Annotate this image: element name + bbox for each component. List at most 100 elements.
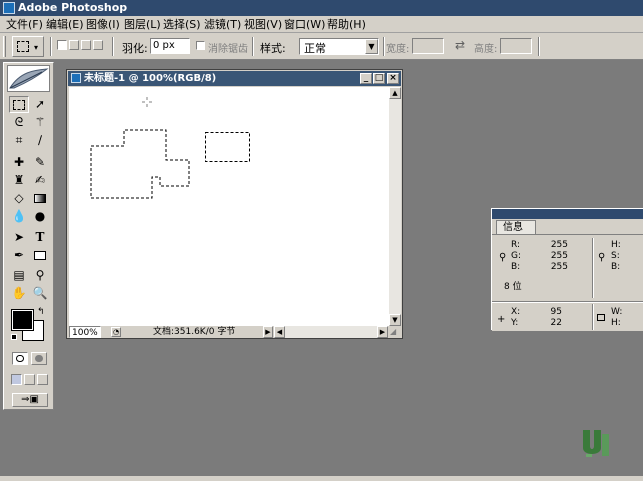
chevron-down-icon[interactable]: ▼ [365,39,378,54]
path-select-tool[interactable]: ➤ [9,229,29,246]
move-icon: ➚ [34,97,46,111]
screen-mode-standard[interactable] [11,374,22,385]
marquee-tool[interactable] [9,96,29,113]
foreground-color-swatch[interactable] [11,309,34,331]
brush-icon: ✎ [34,155,46,169]
eyedropper-tool[interactable]: ⚲ [30,267,50,284]
info-tab[interactable]: 信息 [496,220,536,234]
slice-tool[interactable]: ∕ [30,132,50,149]
scroll-down-button[interactable]: ▼ [389,314,401,326]
antialias-label: 消除锯齿 [208,44,248,55]
app-titlebar: Adobe Photoshop [0,0,643,16]
magic-wand-icon: ⚚ [34,115,46,129]
close-button[interactable]: × [387,73,399,84]
info-divider2 [592,304,594,330]
status-menu-icon[interactable]: ◔ [111,327,121,337]
new-selection-icon[interactable] [57,40,67,50]
menu-help[interactable]: 帮助(H) [327,17,366,32]
info-panel-titlebar[interactable] [492,209,643,219]
feather-input[interactable]: 0 px [150,38,190,54]
style-select[interactable]: 正常 ▼ [299,38,379,55]
options-bar: ▾ 羽化: 0 px 消除锯齿 样式: 正常 ▼ 宽度: ⇄ 高度: [0,33,643,60]
r-value: 255 [550,240,568,250]
resize-grip-icon[interactable]: ◢ [390,326,401,338]
h2-label: H: [611,318,621,328]
style-label: 样式: [260,42,286,55]
swap-colors-icon[interactable]: ↰ [37,307,45,317]
gradient-icon [34,194,46,203]
antialias-checkbox[interactable] [196,41,205,50]
menu-select[interactable]: 选择(S) [163,17,201,32]
grip [3,36,6,57]
zoom-field[interactable]: 100% [69,326,101,338]
bottom-border [0,476,643,481]
info-divider [592,238,594,298]
magic-wand-tool[interactable]: ⚚ [30,114,50,131]
crop-tool[interactable]: ⌗ [9,132,29,149]
brush-tool[interactable]: ✎ [30,154,50,171]
standard-mode-button[interactable] [12,352,28,365]
gradient-tool[interactable] [30,190,50,207]
height-input[interactable] [500,38,532,54]
menu-image[interactable]: 图像(I) [86,17,120,32]
scroll-left-button[interactable]: ◀ [274,326,285,338]
pen-icon: ✒ [13,248,25,262]
dodge-icon: ● [34,209,46,223]
y-value: 22 [550,318,562,328]
document-titlebar[interactable]: 未标题-1 @ 100%(RGB/8) _ □ × [68,71,401,86]
default-colors-icon[interactable] [11,334,17,340]
status-arrow-icon[interactable]: ▶ [263,326,273,338]
vertical-scrollbar[interactable]: ▲ ▼ [389,87,401,326]
style-select-value: 正常 [304,42,326,55]
b-label: B: [511,262,521,272]
eyedropper-icon: ⚲ [598,252,606,263]
blur-tool[interactable]: 💧 [9,208,29,225]
shape-tool[interactable] [30,247,50,264]
zoom-tool[interactable]: 🔍 [30,285,50,302]
g-value: 255 [550,251,568,261]
dodge-tool[interactable]: ● [30,208,50,225]
height-label: 高度: [474,44,498,55]
healing-brush-icon: ✚ [13,155,25,169]
menu-file[interactable]: 文件(F) [6,17,43,32]
add-selection-icon[interactable] [69,40,79,50]
app-title: Adobe Photoshop [18,1,128,14]
screen-mode-full-menu[interactable] [24,374,35,385]
info-hdivider [492,301,643,303]
subtract-selection-icon[interactable] [81,40,91,50]
notes-tool[interactable]: ▤ [9,267,29,284]
eraser-tool[interactable]: ◇ [9,190,29,207]
screen-mode-full[interactable] [37,374,48,385]
jump-to-imageready-button[interactable]: ⇒▣ [12,393,48,407]
menu-filter[interactable]: 滤镜(T) [204,17,241,32]
menu-window[interactable]: 窗口(W) [284,17,325,32]
type-tool[interactable]: T [30,229,50,246]
minimize-button[interactable]: _ [360,73,372,84]
healing-brush-tool[interactable]: ✚ [9,154,29,171]
marquee-icon [13,100,25,110]
scroll-up-button[interactable]: ▲ [389,87,401,99]
history-brush-tool[interactable]: ✍ [30,172,50,189]
lasso-tool[interactable]: ᘓ [9,114,29,131]
horizontal-scrollbar[interactable]: ◀ ▶ [274,326,388,338]
chevron-down-icon: ▾ [34,43,39,52]
width-label: 宽度: [386,44,410,55]
notes-icon: ▤ [13,268,25,282]
maximize-button[interactable]: □ [373,73,385,84]
scroll-right-button[interactable]: ▶ [377,326,388,338]
feather-logo[interactable] [7,65,50,92]
clone-stamp-tool[interactable]: ♜ [9,172,29,189]
hand-tool[interactable]: ✋ [9,285,29,302]
intersect-selection-icon[interactable] [93,40,103,50]
tool-preset-picker[interactable]: ▾ [12,36,44,57]
menu-layer[interactable]: 图层(L) [124,17,161,32]
document-title: 未标题-1 @ 100%(RGB/8) [84,73,217,84]
menu-view[interactable]: 视图(V) [244,17,282,32]
pen-tool[interactable]: ✒ [9,247,29,264]
menu-edit[interactable]: 编辑(E) [46,17,84,32]
move-tool[interactable]: ➚ [30,96,50,113]
swap-icon[interactable]: ⇄ [455,38,465,52]
width-input[interactable] [412,38,444,54]
document-canvas[interactable] [69,87,389,326]
quick-mask-button[interactable] [31,352,47,365]
